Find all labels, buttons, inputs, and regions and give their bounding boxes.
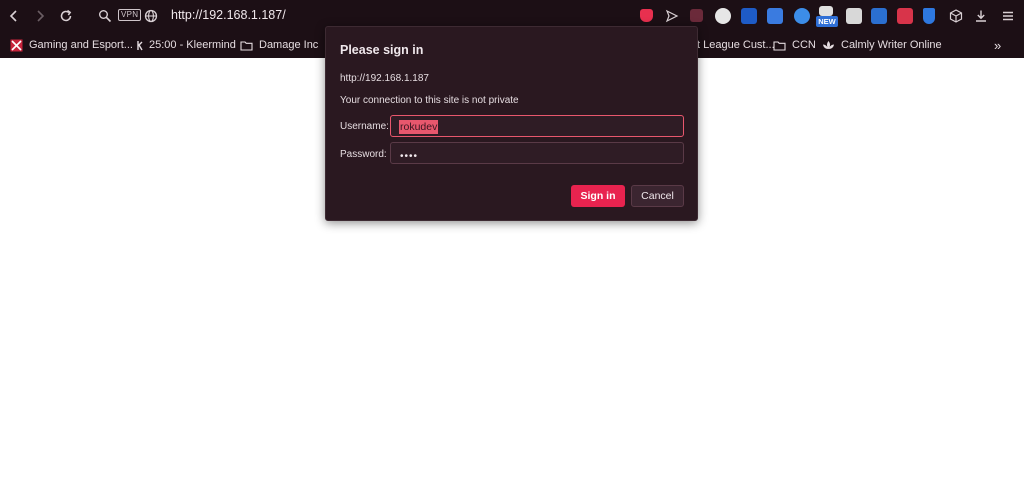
- bookmark-label: t League Cust...: [697, 39, 775, 51]
- bookmarks-overflow-button[interactable]: »: [994, 37, 1001, 53]
- cancel-button[interactable]: Cancel: [631, 185, 684, 207]
- dialog-title: Please sign in: [340, 43, 424, 57]
- translate-icon[interactable]: [767, 8, 783, 24]
- bookmark-label: Damage Inc: [259, 39, 319, 51]
- folder-icon: [773, 39, 786, 52]
- download-icon[interactable]: [973, 8, 989, 24]
- kleermind-icon: [134, 39, 143, 52]
- bookmark-gaming[interactable]: Gaming and Esport...: [10, 37, 133, 53]
- password-field[interactable]: [390, 142, 684, 164]
- forward-icon[interactable]: [32, 8, 48, 24]
- sign-in-dialog: Please sign in http://192.168.1.187 Your…: [325, 26, 698, 221]
- username-value: rokudev: [399, 120, 439, 134]
- circle-extension-icon[interactable]: [715, 8, 731, 24]
- cube-extension-icon[interactable]: [690, 9, 703, 22]
- bookmark-label: 25:00 - Kleermind: [149, 39, 236, 51]
- globe-icon[interactable]: [143, 8, 159, 24]
- send-icon[interactable]: [664, 8, 680, 24]
- bookmark-folder-damage-inc[interactable]: Damage Inc: [240, 37, 318, 53]
- bookmark-label: Gaming and Esport...: [29, 39, 133, 51]
- bitwarden-icon[interactable]: [741, 8, 757, 24]
- dialog-origin: http://192.168.1.187: [340, 73, 429, 84]
- bookmark-league-custom[interactable]: t League Cust...: [697, 37, 775, 53]
- lotus-icon: [822, 39, 835, 52]
- password-label: Password:: [340, 149, 387, 160]
- cursor-extension-icon[interactable]: [871, 8, 887, 24]
- address-bar-url[interactable]: http://192.168.1.187/: [171, 8, 286, 22]
- page-extension-icon[interactable]: [846, 8, 862, 24]
- reload-icon[interactable]: [58, 8, 74, 24]
- new-extension-icon[interactable]: [819, 6, 833, 16]
- bookmark-calmly-writer[interactable]: Calmly Writer Online: [822, 37, 942, 53]
- box-icon[interactable]: [948, 8, 964, 24]
- sign-in-button[interactable]: Sign in: [571, 185, 625, 207]
- folder-icon: [240, 39, 253, 52]
- esports-icon: [10, 39, 23, 52]
- google-extension-icon[interactable]: [794, 8, 810, 24]
- trophy-extension-icon[interactable]: [923, 8, 935, 24]
- password-value: ••••: [400, 151, 419, 162]
- bookmark-folder-ccn[interactable]: CCN: [773, 37, 816, 53]
- grid-extension-icon[interactable]: [897, 8, 913, 24]
- bookmark-label: CCN: [792, 39, 816, 51]
- back-icon[interactable]: [6, 8, 22, 24]
- vpn-badge[interactable]: VPN: [118, 9, 142, 21]
- bookmark-kleermind[interactable]: 25:00 - Kleermind: [134, 37, 236, 53]
- shield-extension-icon[interactable]: [640, 9, 653, 22]
- bookmark-label: Calmly Writer Online: [841, 39, 942, 51]
- username-label: Username:: [340, 121, 389, 132]
- dialog-warning: Your connection to this site is not priv…: [340, 95, 519, 106]
- new-badge: NEW: [816, 16, 838, 27]
- menu-icon[interactable]: [1000, 8, 1016, 24]
- search-icon[interactable]: [97, 8, 113, 24]
